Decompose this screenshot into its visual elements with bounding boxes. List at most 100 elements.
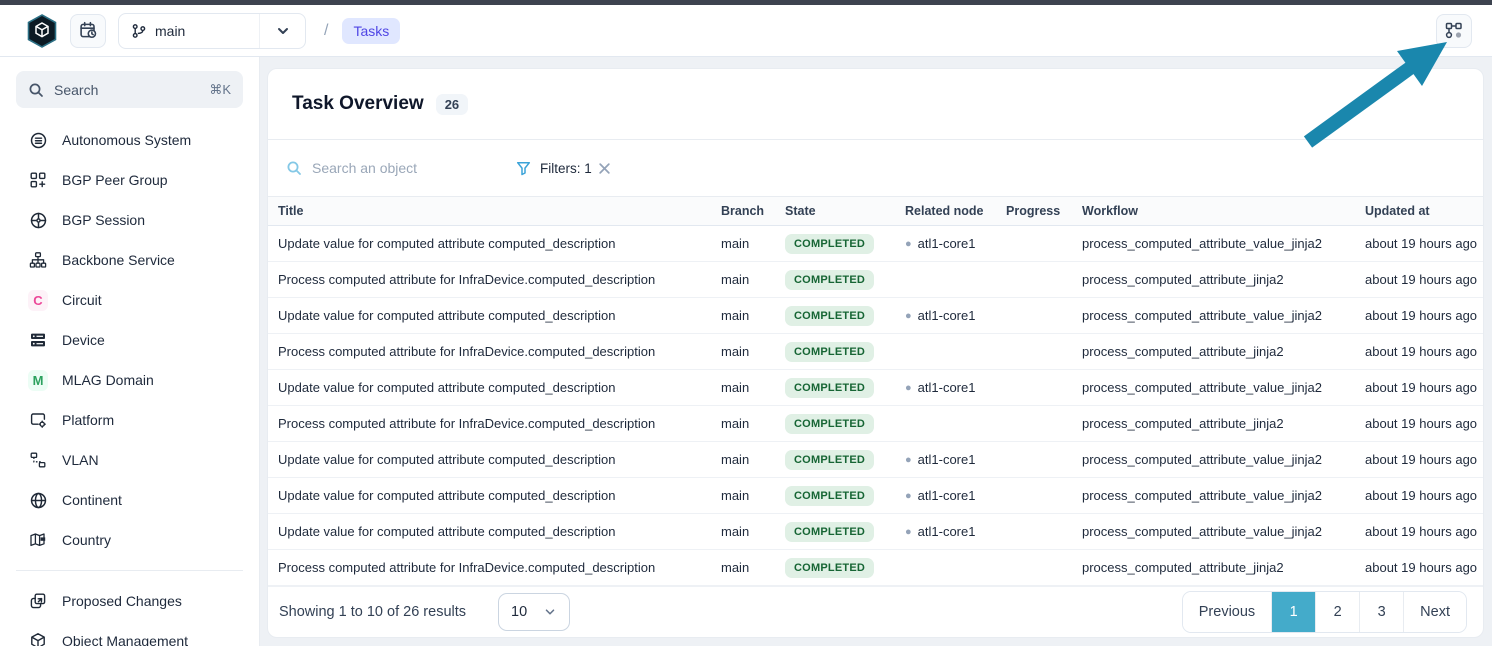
node-dot-icon: ● <box>905 310 912 322</box>
cell-updated-at: about 19 hours ago <box>1355 478 1483 514</box>
window-top-strip <box>0 0 1492 5</box>
cell-state: COMPLETED <box>775 334 895 370</box>
sidebar-item-mlag-domain[interactable]: M MLAG Domain <box>16 360 243 400</box>
sidebar-item-label: BGP Peer Group <box>62 172 168 188</box>
related-node-link[interactable]: atl1-core1 <box>918 308 976 323</box>
cell-state: COMPLETED <box>775 298 895 334</box>
column-state[interactable]: State <box>775 197 895 226</box>
branch-selector-caret[interactable] <box>259 14 305 48</box>
table-row[interactable]: Update value for computed attribute comp… <box>268 298 1483 334</box>
cell-updated-at: about 19 hours ago <box>1355 406 1483 442</box>
node-dot-icon: ● <box>905 526 912 538</box>
table-row[interactable]: Process computed attribute for InfraDevi… <box>268 334 1483 370</box>
cell-state: COMPLETED <box>775 478 895 514</box>
table-row[interactable]: Update value for computed attribute comp… <box>268 478 1483 514</box>
column-updated-at[interactable]: Updated at <box>1355 197 1483 226</box>
cell-related-node: ● atl1-core1 <box>895 514 996 550</box>
cell-branch: main <box>711 226 775 262</box>
cell-state: COMPLETED <box>775 442 895 478</box>
sidebar-item-backbone-service[interactable]: Backbone Service <box>16 240 243 280</box>
table-row[interactable]: Update value for computed attribute comp… <box>268 226 1483 262</box>
table-row[interactable]: Process computed attribute for InfraDevi… <box>268 406 1483 442</box>
related-node-link[interactable]: atl1-core1 <box>918 380 976 395</box>
schema-graph-button[interactable] <box>1436 14 1472 48</box>
sidebar-item-platform[interactable]: Platform <box>16 400 243 440</box>
letter-c-badge-icon: C <box>28 290 48 310</box>
cell-related-node <box>895 406 996 442</box>
cell-related-node: ●atl1-core1 <box>895 442 996 478</box>
column-related-node[interactable]: Related node <box>895 197 996 226</box>
related-node-link[interactable]: atl1-core1 <box>918 452 976 467</box>
infrahub-logo-icon[interactable] <box>26 14 58 48</box>
column-branch[interactable]: Branch <box>711 197 775 226</box>
table-row[interactable]: Update value for computed attribute comp… <box>268 514 1483 550</box>
cell-updated-at: about 19 hours ago <box>1355 298 1483 334</box>
calendar-clock-icon <box>79 21 98 40</box>
column-progress[interactable]: Progress <box>996 197 1072 226</box>
sidebar-item-continent[interactable]: Continent <box>16 480 243 520</box>
cell-related-node <box>895 334 996 370</box>
cell-related-node <box>895 262 996 298</box>
filter-bar: Filters: 1 <box>268 140 1483 196</box>
chevron-down-icon <box>275 23 291 39</box>
page-button-1[interactable]: 1 <box>1272 592 1316 632</box>
branch-name: main <box>155 23 185 39</box>
page-size-value: 10 <box>511 604 527 620</box>
branch-selector[interactable]: main <box>118 13 306 49</box>
status-badge: COMPLETED <box>785 522 874 542</box>
page-size-select[interactable]: 10 <box>498 593 570 631</box>
cell-title: Update value for computed attribute comp… <box>268 226 711 262</box>
cell-updated-at: about 19 hours ago <box>1355 442 1483 478</box>
cell-workflow: process_computed_attribute_value_jinja2 <box>1072 514 1355 550</box>
sidebar-item-autonomous-system[interactable]: Autonomous System <box>16 120 243 160</box>
page-button-3[interactable]: 3 <box>1360 592 1404 632</box>
related-node-link[interactable]: atl1-core1 <box>918 236 976 251</box>
sidebar-item-proposed-changes[interactable]: Proposed Changes <box>16 581 243 621</box>
sidebar-item-circuit[interactable]: C Circuit <box>16 280 243 320</box>
sidebar-item-device[interactable]: Device <box>16 320 243 360</box>
sidebar-item-vlan[interactable]: VLAN <box>16 440 243 480</box>
object-search-input[interactable] <box>312 160 462 176</box>
cell-title: Process computed attribute for InfraDevi… <box>268 262 711 298</box>
autonomous-system-icon <box>28 130 48 150</box>
sidebar-item-bgp-peer-group[interactable]: BGP Peer Group <box>16 160 243 200</box>
object-search[interactable] <box>286 160 486 176</box>
letter-m-badge-icon: M <box>28 370 48 390</box>
clear-filters-button[interactable] <box>598 162 611 175</box>
column-title[interactable]: Title <box>268 197 711 226</box>
cell-workflow: process_computed_attribute_jinja2 <box>1072 334 1355 370</box>
related-node-link[interactable]: atl1-core1 <box>918 488 976 503</box>
tasks-table: Title Branch State Related node Progress… <box>268 196 1483 586</box>
backbone-service-icon <box>28 250 48 270</box>
cell-progress <box>996 226 1072 262</box>
page-title: Task Overview <box>292 93 424 115</box>
cell-branch: main <box>711 550 775 586</box>
table-row[interactable]: Process computed attribute for InfraDevi… <box>268 550 1483 586</box>
next-page-button[interactable]: Next <box>1404 592 1466 632</box>
sidebar-search[interactable]: Search ⌘K <box>16 71 243 108</box>
results-summary: Showing 1 to 10 of 26 results <box>279 604 466 620</box>
status-badge: COMPLETED <box>785 306 874 326</box>
sidebar-item-label: Continent <box>62 492 122 508</box>
sidebar-item-country[interactable]: Country <box>16 520 243 560</box>
breadcrumb-tasks[interactable]: Tasks <box>342 18 400 44</box>
globe-icon <box>28 490 48 510</box>
calendar-button[interactable] <box>70 14 106 48</box>
sidebar-item-object-management[interactable]: Object Management <box>16 621 243 646</box>
table-row[interactable]: Process computed attribute for InfraDevi… <box>268 262 1483 298</box>
table-row[interactable]: Update value for computed attribute comp… <box>268 442 1483 478</box>
breadcrumb-separator: / <box>324 22 328 40</box>
cell-workflow: process_computed_attribute_jinja2 <box>1072 406 1355 442</box>
previous-page-button[interactable]: Previous <box>1183 592 1272 632</box>
status-badge: COMPLETED <box>785 450 874 470</box>
sidebar-item-bgp-session[interactable]: BGP Session <box>16 200 243 240</box>
column-workflow[interactable]: Workflow <box>1072 197 1355 226</box>
cell-updated-at: about 19 hours ago <box>1355 226 1483 262</box>
search-icon <box>28 82 44 98</box>
task-overview-card: Task Overview 26 Filters: 1 Title <box>267 68 1484 638</box>
page-button-2[interactable]: 2 <box>1316 592 1360 632</box>
card-header: Task Overview 26 <box>268 69 1483 140</box>
related-node-link[interactable]: atl1-core1 <box>918 524 976 539</box>
filters-button[interactable]: Filters: 1 <box>516 161 592 176</box>
table-row[interactable]: Update value for computed attribute comp… <box>268 370 1483 406</box>
